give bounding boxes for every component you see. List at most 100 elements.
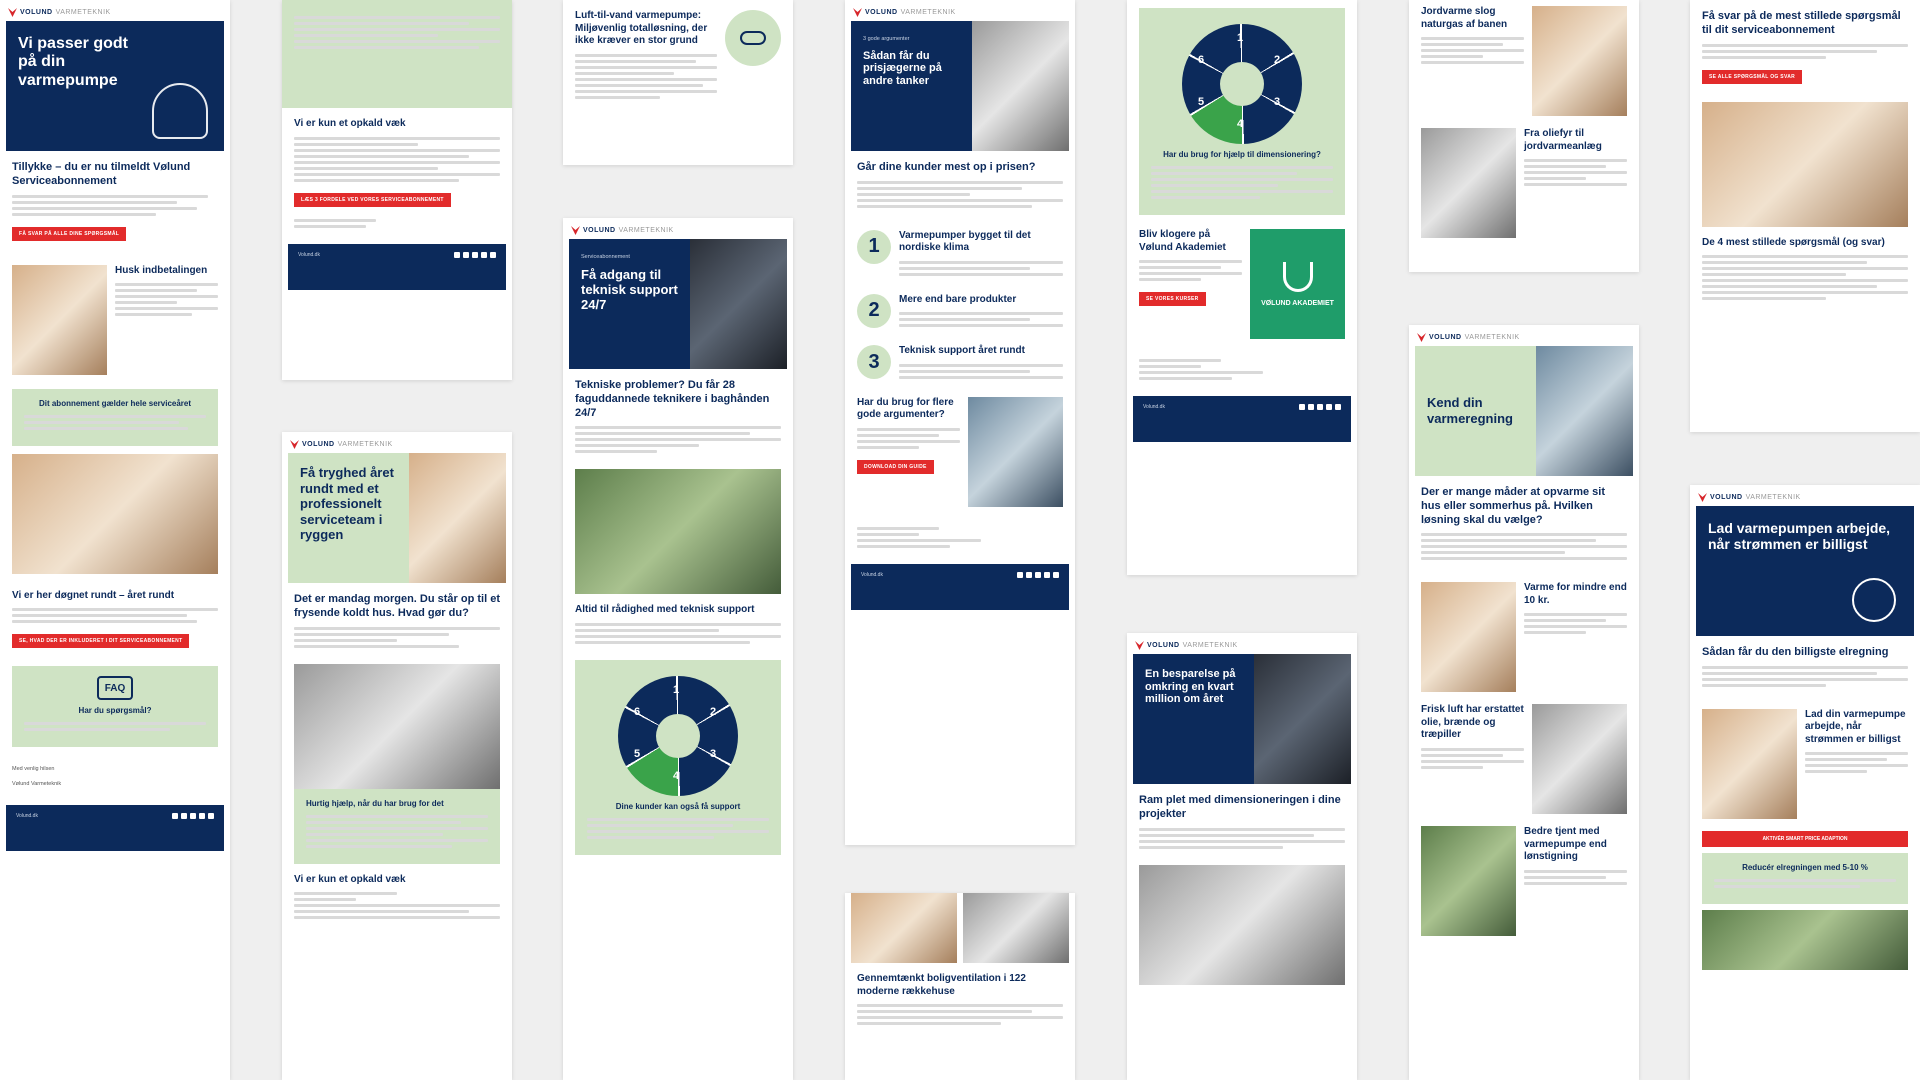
- couple-photo: [12, 264, 107, 375]
- akademi-label: VØLUND AKADEMIET: [1261, 299, 1334, 307]
- section-title: Bliv klogere på Vølund Akademiet: [1139, 229, 1226, 253]
- brand-logo: VOLUND VARMETEKNIK: [1409, 325, 1639, 346]
- brand-logo: VOLUND VARMETEKNIK: [845, 0, 1075, 21]
- email-footer: Volund.dk: [6, 804, 224, 851]
- hero-title: En besparelse på omkring en kvart millio…: [1145, 668, 1236, 706]
- brand-logo: VOLUND VARMETEKNIK: [0, 0, 230, 21]
- story-title: Bedre tjent med varmepumpe end lønstigni…: [1524, 826, 1607, 863]
- hero-title: Lad varmepumpen arbejde, når strømmen er…: [1708, 520, 1891, 553]
- brand-name: VOLUND: [1710, 494, 1743, 501]
- section-title: Har du brug for flere gode argumenter?: [857, 396, 954, 421]
- argument-title: Varmepumper bygget til det nordiske klim…: [899, 229, 1031, 254]
- hero-title: Få tryghed året rundt med et professione…: [300, 465, 394, 543]
- heart-hands-icon: [152, 83, 208, 139]
- logo-mark-icon: [1417, 333, 1426, 342]
- brand-name: VOLUND: [583, 227, 616, 234]
- brand-logo: VOLUND VARMETEKNIK: [563, 218, 793, 239]
- story-photo: [1421, 128, 1516, 238]
- social-icons[interactable]: [454, 251, 496, 258]
- logo-mark-icon: [853, 8, 862, 17]
- email-card-heating: VOLUND VARMETEKNIK Kend din varmeregning …: [1409, 325, 1639, 1080]
- email-card-welcome: VOLUND VARMETEKNIK Vi passer godt på din …: [0, 0, 230, 1080]
- email-card-stories: Jordvarme slog naturgas af banen Fra oli…: [1409, 0, 1639, 272]
- hero-photo: [409, 453, 506, 583]
- email-card-smartprice: VOLUND VARMETEKNIK Lad varmepumpen arbejd…: [1690, 485, 1920, 1080]
- email-card-arguments: VOLUND VARMETEKNIK 3 gode argumenter Såda…: [845, 0, 1075, 845]
- email-footer: Volund.dk: [1133, 396, 1351, 442]
- info-box: Hurtig hjælp, når du har brug for det: [294, 788, 500, 864]
- activate-button[interactable]: AKTIVÉR SMART PRICE ADAPTION: [1702, 830, 1908, 847]
- brand-sub: VARMETEKNIK: [55, 9, 111, 16]
- brand-sub: VARMETEKNIK: [1745, 494, 1801, 501]
- hero-title: Sådan får du prisjægerne på andre tanker: [863, 49, 942, 88]
- benefits-button[interactable]: LÆS 3 FORDELE VED VORES SERVICEABONNEMEN…: [294, 192, 451, 207]
- story-photo: [1532, 704, 1627, 815]
- faq-button[interactable]: SE ALLE SPØRGSMÅL OG SVAR: [1702, 69, 1803, 84]
- info-box-title: Har du brug for hjælp til dimensionering…: [1163, 150, 1321, 159]
- section-title: Lad din varmepumpe arbejde, når strømmen…: [1805, 708, 1906, 745]
- email-title: Ram plet med dimensioneringen i dine pro…: [1139, 794, 1341, 820]
- brand-logo: VOLUND VARMETEKNIK: [1690, 485, 1920, 506]
- social-icons[interactable]: [1017, 571, 1059, 578]
- argument-number: 1: [857, 229, 891, 264]
- brand-logo: VOLUND VARMETEKNIK: [1127, 633, 1357, 654]
- service-cycle-wheel: 123 456: [618, 675, 738, 796]
- service-cycle-wheel: 123 456: [1182, 24, 1302, 144]
- team-photo: [575, 469, 781, 595]
- section-title: Altid til rådighed med teknisk support: [575, 604, 755, 616]
- story-photo: [1532, 6, 1627, 116]
- email-title: Gennemtænkt boligventilation i 122 moder…: [857, 973, 1026, 997]
- faq-icon: FAQ: [97, 676, 133, 700]
- email-title: Det er mandag morgen. Du står op til et …: [294, 593, 500, 619]
- power-icon: [1852, 578, 1896, 622]
- signoff-name: Vølund Varmeteknik: [12, 780, 62, 787]
- footer-link[interactable]: Volund.dk: [298, 252, 320, 259]
- brand-name: VOLUND: [302, 441, 335, 448]
- hero-title: Kend din varmeregning: [1427, 395, 1513, 426]
- service-wheel-box: 123 456 Dine kunder kan også få support: [575, 659, 781, 855]
- faq-button[interactable]: FÅ SVAR PÅ ALLE DINE SPØRGSMÅL: [12, 226, 127, 241]
- story-photo: [1421, 582, 1516, 693]
- email-card-support-b: VOLUND VARMETEKNIK Få tryghed året rundt …: [282, 432, 512, 1080]
- hero-banner: Vi passer godt på din varmepumpe: [6, 21, 224, 151]
- info-box-title: Reducér elregningen med 5-10 %: [1742, 862, 1868, 872]
- info-box: Reducér elregningen med 5-10 %: [1702, 852, 1908, 904]
- brand-sub: VARMETEKNIK: [1182, 642, 1238, 649]
- email-title: Tekniske problemer? Du får 28 faguddanne…: [575, 379, 770, 419]
- logo-mark-icon: [8, 8, 17, 17]
- section-title-2: Vi er her døgnet rundt – året rundt: [12, 589, 175, 601]
- email-title: Går dine kunder mest op i prisen?: [857, 161, 1036, 173]
- email-title: Tillykke – du er nu tilmeldt Vølund Serv…: [12, 161, 191, 187]
- email-card-support-a: Vi er kun et opkald væk LÆS 3 FORDELE VE…: [282, 0, 512, 380]
- hero-banner: Lad varmepumpen arbejde, når strømmen er…: [1696, 506, 1914, 636]
- social-icons[interactable]: [172, 812, 214, 819]
- section-title: Vi er kun et opkald væk: [294, 118, 406, 129]
- email-title: Luft-til-vand varmepumpe: Miljøvenlig to…: [575, 10, 708, 46]
- brand-sub: VARMETEKNIK: [618, 227, 674, 234]
- dimension-box: 123 456 Har du brug for hjælp til dimens…: [1139, 8, 1345, 215]
- service-button[interactable]: SE, HVAD DER ER INKLUDERET I DIT SERVICE…: [12, 634, 190, 648]
- akademi-logo-icon: [1282, 261, 1313, 292]
- story-title: Jordvarme slog naturgas af banen: [1421, 6, 1508, 30]
- story-title: Fra oliefyr til jordvarmeanlæg: [1524, 128, 1602, 152]
- brand-name: VOLUND: [20, 9, 53, 16]
- courses-button[interactable]: SE VORES KURSER: [1139, 292, 1206, 306]
- footer-link[interactable]: Volund.dk: [861, 572, 883, 579]
- team-photo: [1254, 654, 1351, 784]
- akademi-badge: VØLUND AKADEMIET: [1250, 229, 1345, 339]
- download-button[interactable]: DOWNLOAD DIN GUIDE: [857, 459, 934, 474]
- brand-sub: VARMETEKNIK: [337, 441, 393, 448]
- argument-title: Mere end bare produkter: [899, 293, 1017, 305]
- heatpump-photo: [972, 21, 1069, 151]
- footer-link[interactable]: Volund.dk: [1143, 404, 1165, 411]
- email-card-techsupport: VOLUND VARMETEKNIK Serviceabonnement Få a…: [563, 218, 793, 1080]
- section-title: De 4 mest stillede spørgsmål (og svar): [1702, 236, 1885, 248]
- argument-number: 3: [857, 345, 891, 380]
- footer-link[interactable]: Volund.dk: [16, 813, 38, 820]
- social-icons[interactable]: [1299, 404, 1341, 410]
- brand-name: VOLUND: [865, 9, 898, 16]
- email-title: Få svar på de mest stillede spørgsmål ti…: [1702, 10, 1901, 36]
- dining-photo: [1702, 708, 1797, 819]
- brand-sub: VARMETEKNIK: [900, 9, 956, 16]
- logo-mark-icon: [290, 440, 299, 449]
